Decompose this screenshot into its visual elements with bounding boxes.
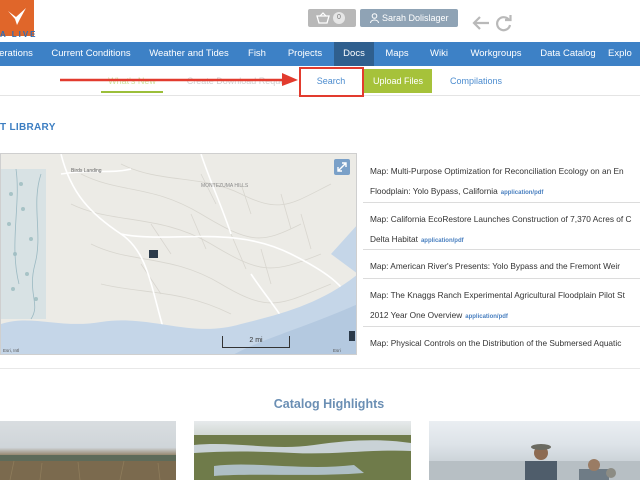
tab-compilations[interactable]: Compilations bbox=[440, 69, 512, 93]
cart-button[interactable]: 0 bbox=[308, 9, 356, 27]
doc-title-line: Map: Physical Controls on the Distributi… bbox=[370, 338, 622, 348]
cart-count-badge: 0 bbox=[333, 12, 345, 24]
nav-item-maps[interactable]: Maps bbox=[378, 42, 416, 66]
user-name: Sarah Dolislager bbox=[382, 13, 449, 23]
user-icon bbox=[370, 13, 379, 23]
tab-upload-files[interactable]: Upload Files bbox=[364, 69, 432, 93]
list-item[interactable]: Map: The Knaggs Ranch Experimental Agric… bbox=[363, 279, 640, 327]
map-attribution: Esri, Intl bbox=[3, 348, 19, 353]
doc-mime-type: application/pdf bbox=[500, 190, 544, 196]
nav-item-workgroups[interactable]: Workgroups bbox=[464, 42, 528, 66]
map-expand-button[interactable] bbox=[334, 159, 350, 175]
catalog-photo-field-crew[interactable] bbox=[429, 421, 640, 480]
section-divider bbox=[0, 368, 640, 369]
refresh-icon[interactable] bbox=[495, 15, 513, 33]
main-nav: erations Current Conditions Weather and … bbox=[0, 42, 640, 66]
doc-title-line: Floodplain: Yolo Bypass, California bbox=[370, 186, 498, 196]
nav-item-projects[interactable]: Projects bbox=[280, 42, 330, 66]
doc-title-line: Delta Habitat bbox=[370, 234, 418, 244]
doc-mime-type: application/pdf bbox=[465, 314, 508, 320]
nav-item-current-conditions[interactable]: Current Conditions bbox=[44, 42, 138, 66]
section-title: T LIBRARY bbox=[0, 122, 56, 133]
nav-item-operations[interactable]: erations bbox=[0, 42, 36, 66]
map-label-montezuma: MONTEZUMA HILLS bbox=[201, 183, 249, 189]
nav-item-wiki[interactable]: Wiki bbox=[422, 42, 456, 66]
map-scale-bar: 2 mi bbox=[222, 336, 290, 348]
page: A LIVE 0 Sarah Dolislager erations Curre… bbox=[0, 0, 640, 480]
basket-icon bbox=[316, 12, 330, 24]
list-item[interactable]: Map: Multi-Purpose Optimization for Reco… bbox=[363, 155, 640, 203]
wetland-photo bbox=[194, 435, 411, 480]
user-menu-button[interactable]: Sarah Dolislager bbox=[360, 9, 458, 27]
nav-item-weather-tides[interactable]: Weather and Tides bbox=[144, 42, 234, 66]
nav-item-docs[interactable]: Docs bbox=[334, 42, 374, 66]
map-label-birds-landing: Birds Landing bbox=[71, 168, 102, 174]
doc-title-line: Map: Multi-Purpose Optimization for Reco… bbox=[370, 166, 624, 176]
doc-title-line: 2012 Year One Overview bbox=[370, 310, 463, 320]
map-view[interactable]: MONTEZUMA HILLS Birds Landing Esri, Intl… bbox=[0, 153, 357, 355]
doc-title-line: Map: The Knaggs Ranch Experimental Agric… bbox=[370, 290, 625, 300]
back-arrow-icon[interactable] bbox=[472, 16, 490, 30]
annotation-highlight-box bbox=[299, 67, 364, 97]
logo-text: A LIVE bbox=[0, 30, 38, 39]
map-attribution-right: Esri bbox=[333, 348, 341, 353]
list-item[interactable]: Map: Physical Controls on the Distributi… bbox=[363, 327, 640, 363]
annotation-arrow bbox=[60, 73, 298, 86]
bird-icon bbox=[8, 8, 26, 25]
catalog-highlights-title: Catalog Highlights bbox=[273, 397, 385, 411]
nav-item-explore[interactable]: Explo bbox=[608, 42, 640, 66]
marsh-photo bbox=[0, 455, 176, 480]
map-terrain: MONTEZUMA HILLS Birds Landing Esri, Intl… bbox=[1, 154, 356, 354]
doc-title-line: Map: American River's Presents: Yolo Byp… bbox=[370, 261, 620, 271]
doc-title-line: Map: California EcoRestore Launches Cons… bbox=[370, 214, 632, 224]
expand-icon bbox=[337, 162, 347, 172]
document-list: Map: Multi-Purpose Optimization for Reco… bbox=[363, 155, 640, 363]
field-crew-photo bbox=[429, 444, 640, 480]
nav-item-data-catalog[interactable]: Data Catalog bbox=[536, 42, 600, 66]
doc-mime-type: application/pdf bbox=[420, 238, 464, 244]
catalog-photo-wetland[interactable] bbox=[194, 421, 411, 480]
nav-item-fish[interactable]: Fish bbox=[240, 42, 274, 66]
catalog-photo-marsh[interactable] bbox=[0, 421, 176, 480]
list-item[interactable]: Map: American River's Presents: Yolo Byp… bbox=[363, 250, 640, 279]
list-item[interactable]: Map: California EcoRestore Launches Cons… bbox=[363, 203, 640, 250]
